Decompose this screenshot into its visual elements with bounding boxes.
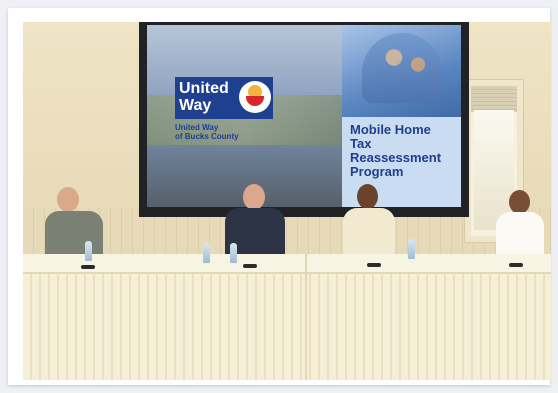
slide-title-line-1: Mobile Home — [350, 122, 431, 137]
panelist-4-head — [509, 190, 530, 214]
logo-line-2: Way — [179, 97, 212, 114]
panelist-1-body — [45, 211, 103, 259]
water-bottle — [230, 243, 237, 263]
org-subtitle: United Way of Bucks County — [175, 123, 239, 141]
panelist-3-head — [357, 184, 378, 209]
event-photo: United Way United Way of Bucks County Mo… — [23, 22, 551, 380]
slide-title-line-2: Tax — [350, 136, 372, 151]
slide-title-line-4: Program — [350, 164, 404, 179]
table-microphone — [509, 263, 523, 267]
slide-title: Mobile Home Tax Reassessment Program — [350, 123, 441, 179]
water-bottle — [203, 243, 210, 263]
panelist-1-head — [57, 187, 79, 212]
panelist-1 — [43, 187, 105, 262]
table-microphone — [243, 264, 257, 268]
projection-screen: United Way United Way of Bucks County Mo… — [147, 25, 461, 207]
logo-line-1: United — [179, 80, 229, 97]
panelist-3-body — [343, 208, 395, 258]
logo-wordmark: United Way — [179, 80, 229, 114]
org-sub-line-1: United Way — [175, 123, 219, 132]
slide-title-line-3: Reassessment — [350, 150, 442, 165]
united-way-logo: United Way — [175, 77, 273, 119]
panelist-4-body — [496, 212, 544, 258]
slide-people-photo — [362, 33, 442, 103]
logo-hand-icon — [239, 81, 271, 113]
org-sub-line-2: of Bucks County — [175, 132, 239, 141]
logo-hand-shape — [246, 96, 264, 106]
tablecloth-seam — [305, 254, 307, 380]
panelist-4 — [493, 190, 547, 260]
panel-table-top — [23, 254, 551, 274]
panelist-2-head — [243, 184, 265, 210]
water-bottle — [408, 239, 415, 259]
panelist-3 — [341, 184, 397, 260]
table-microphone — [367, 263, 381, 267]
water-bottle — [85, 241, 92, 261]
window-shade — [471, 86, 517, 112]
table-microphone — [81, 265, 95, 269]
